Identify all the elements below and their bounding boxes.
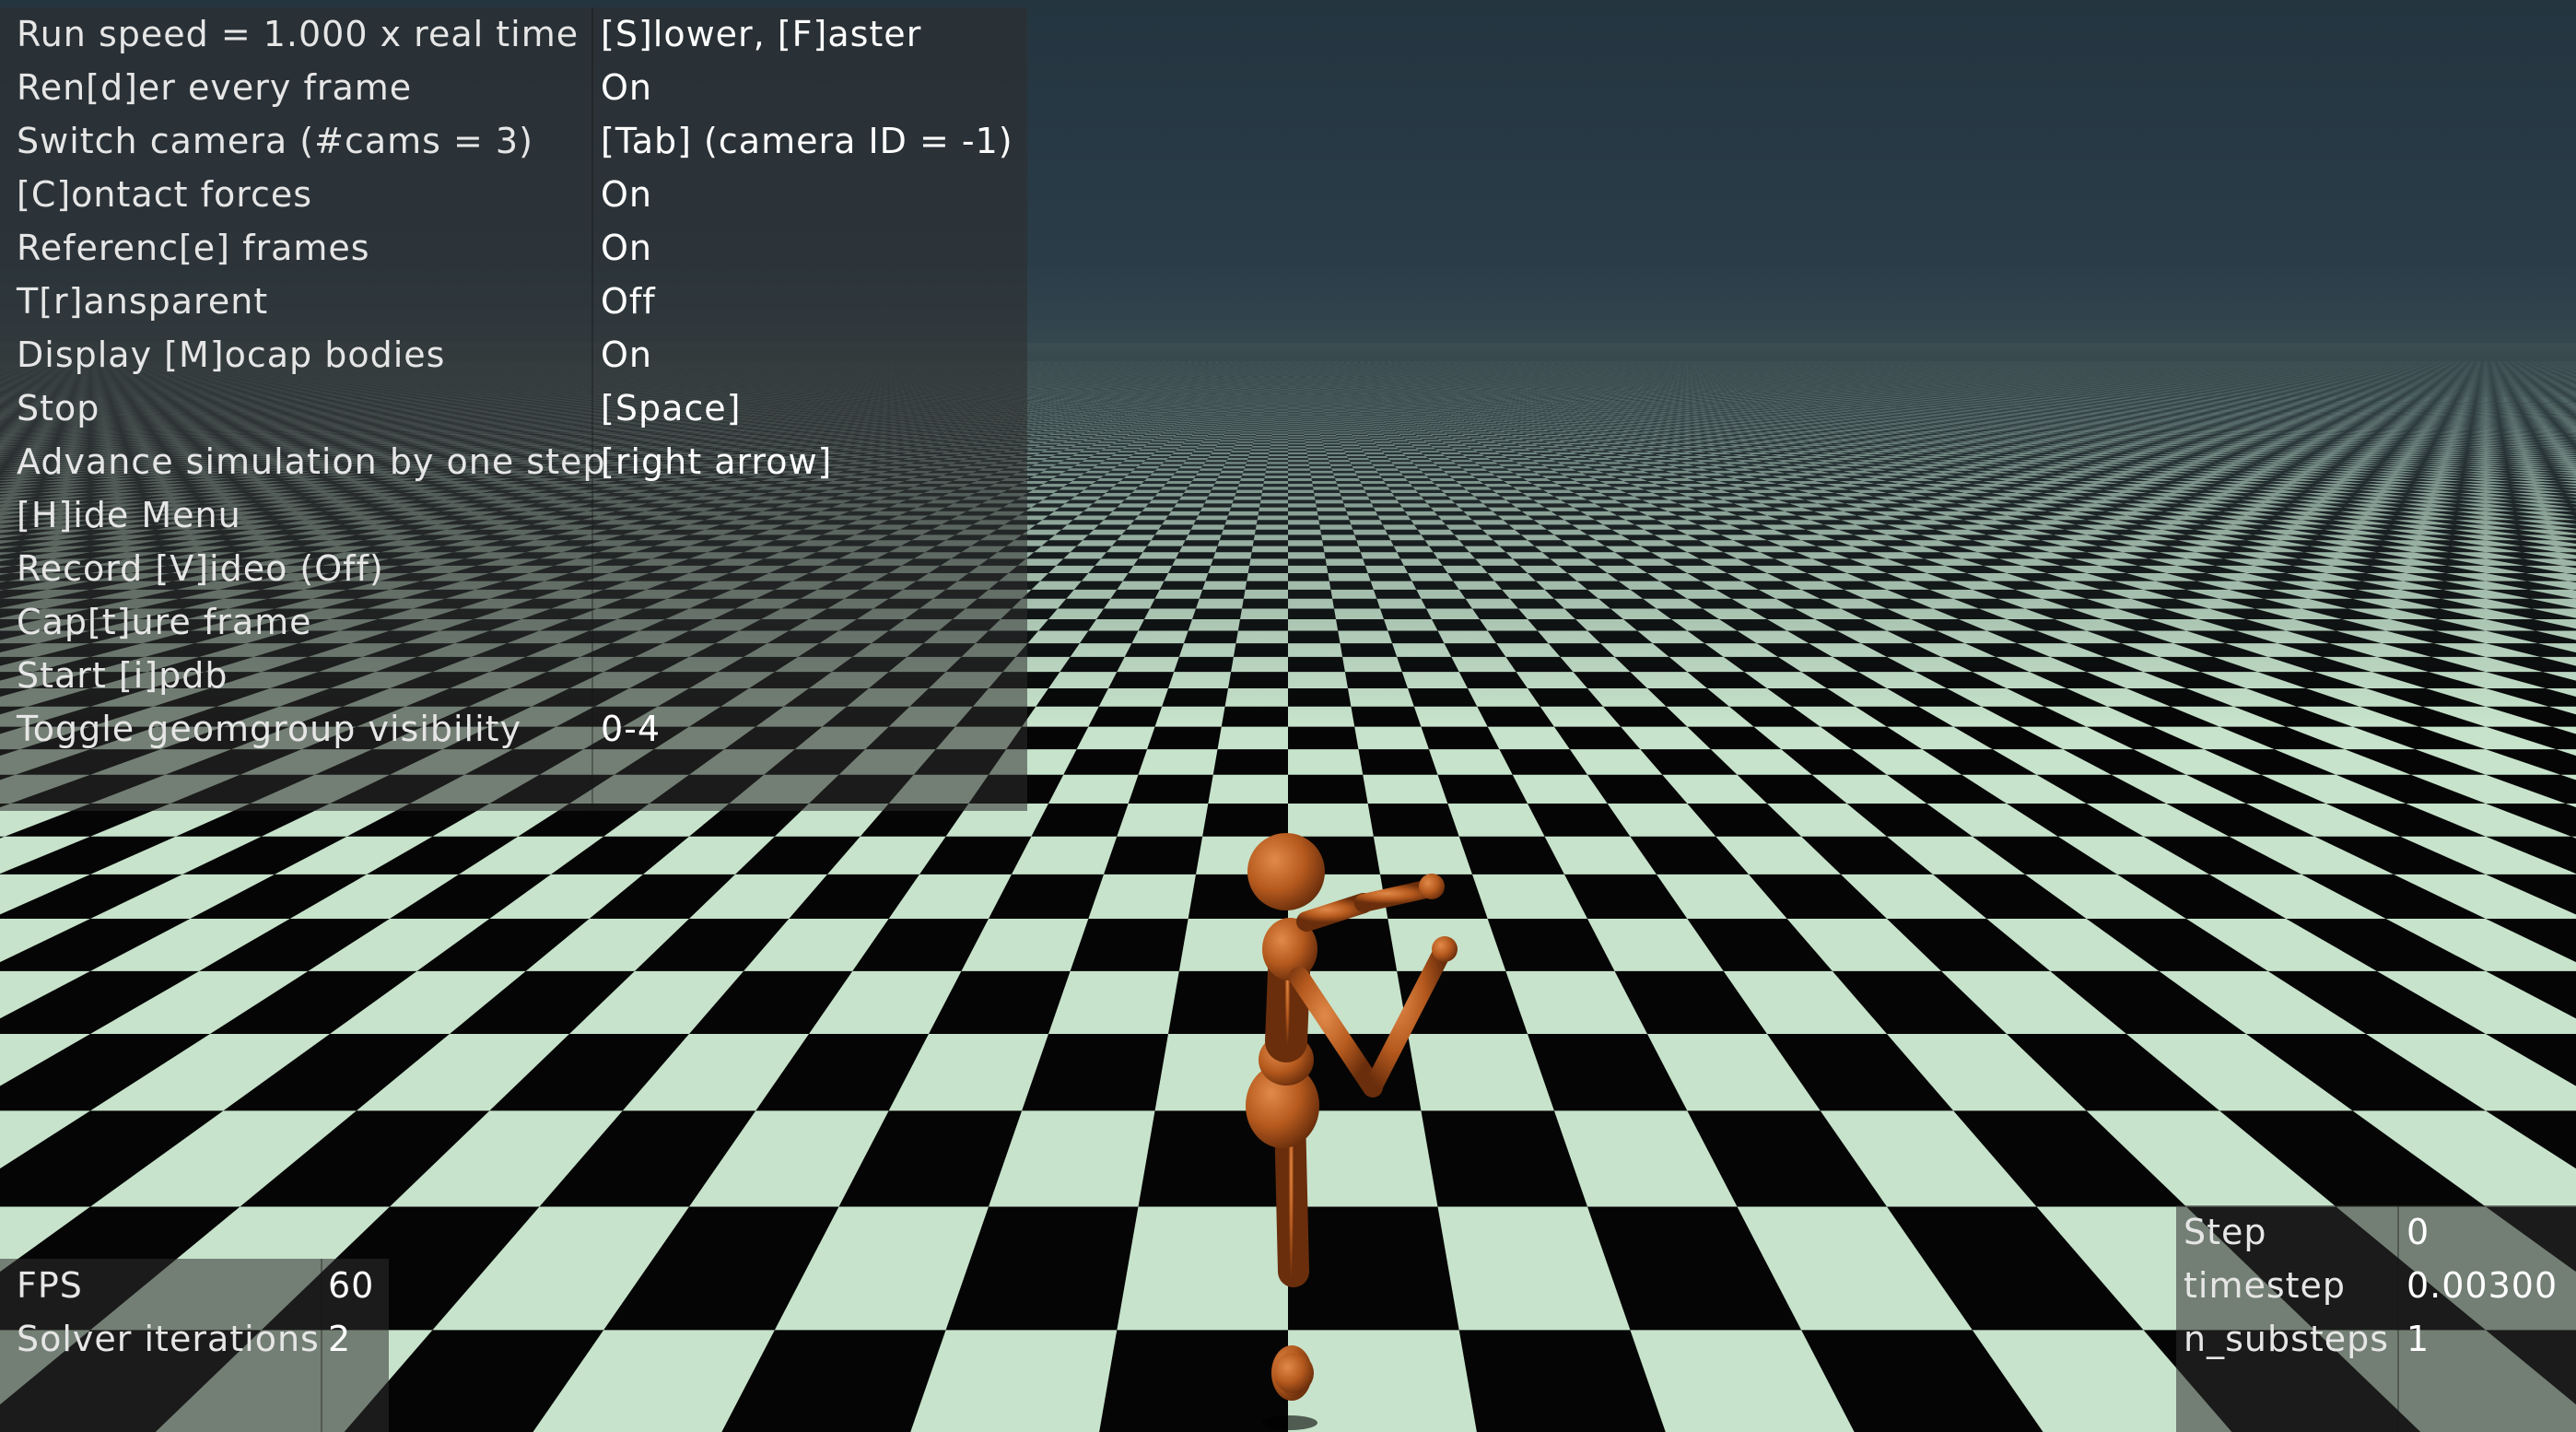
simulation-viewport[interactable]: Run speed = 1.000 x real time [S]lower, [… [0, 0, 2576, 1432]
